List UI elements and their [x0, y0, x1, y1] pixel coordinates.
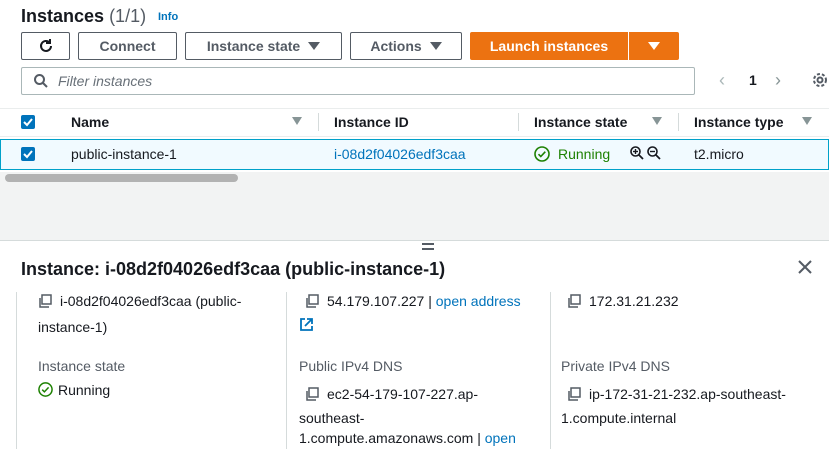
table-empty-area: [0, 184, 829, 241]
separator: |: [477, 430, 481, 446]
column-header-name[interactable]: Name: [71, 114, 109, 130]
refresh-icon: [39, 39, 52, 52]
private-ip-value: 172.31.21.232: [567, 289, 817, 315]
cell-instance-id-link[interactable]: i-08d2f04026edf3caa: [334, 146, 466, 162]
private-dns-value: ip-172-31-21-232.ap-southeast-: [567, 382, 817, 408]
instance-state-dropdown-label: Instance state: [206, 38, 301, 54]
copy-icon[interactable]: [305, 384, 319, 408]
instance-state-value: Running: [58, 382, 111, 398]
details-panel-title: Instance: i-08d2f04026edf3caa (public-in…: [21, 259, 446, 279]
column-divider: [518, 113, 519, 131]
column-divider: [550, 292, 551, 449]
caret-down-icon: [429, 42, 442, 50]
refresh-button[interactable]: [21, 32, 70, 60]
instance-id-line2: instance-1): [38, 319, 108, 335]
copy-icon[interactable]: [38, 291, 52, 315]
next-page-icon[interactable]: ›: [775, 70, 781, 91]
filter-box: [21, 67, 695, 95]
cell-instance-state: Running: [558, 146, 611, 162]
select-all-checkbox[interactable]: [21, 115, 35, 129]
public-dns-label: Public IPv4 DNS: [299, 358, 403, 374]
horizontal-scrollbar-thumb[interactable]: [5, 174, 238, 182]
public-ip-value: 54.179.107.227 | open address: [305, 289, 545, 315]
public-dns-line3: 1.compute.amazonaws.com: [299, 430, 474, 446]
zoom-out-icon[interactable]: [647, 146, 661, 163]
public-dns-line1: ec2-54-179-107-227.ap-: [327, 386, 478, 402]
column-header-instance-type[interactable]: Instance type: [694, 114, 783, 130]
caret-down-icon: [648, 42, 660, 50]
private-ip-text: 172.31.21.232: [589, 293, 679, 309]
caret-down-icon: [308, 42, 321, 50]
actions-dropdown[interactable]: Actions: [350, 32, 462, 60]
instance-state-label: Instance state: [38, 358, 126, 374]
page-number[interactable]: 1: [749, 72, 757, 88]
private-dns-label: Private IPv4 DNS: [561, 358, 670, 374]
instance-count: (1/1): [109, 6, 147, 26]
sort-icon[interactable]: [292, 117, 302, 125]
resize-handle[interactable]: [422, 243, 434, 253]
public-ip-text: 54.179.107.227: [327, 293, 425, 309]
actions-dropdown-label: Actions: [370, 38, 422, 54]
info-link[interactable]: Info: [158, 11, 178, 23]
public-dns-value: ec2-54-179-107-227.ap-: [305, 382, 545, 408]
instance-id-line1: i-08d2f04026edf3caa (public-: [60, 293, 242, 309]
running-status-icon: [38, 382, 53, 400]
launch-instances-button[interactable]: Launch instances: [470, 32, 628, 60]
copy-icon[interactable]: [305, 291, 319, 315]
page-title: Instances (1/1): [21, 6, 146, 27]
column-divider: [678, 113, 679, 131]
column-divider: [318, 113, 319, 131]
column-header-instance-id[interactable]: Instance ID: [334, 114, 409, 130]
search-icon: [34, 74, 48, 88]
column-divider: [286, 292, 287, 449]
column-header-instance-state[interactable]: Instance state: [534, 114, 627, 130]
public-dns-line3-row: 1.compute.amazonaws.com | open: [299, 426, 516, 449]
private-dns-line1: ip-172-31-21-232.ap-southeast-: [589, 386, 786, 402]
sort-icon[interactable]: [802, 117, 812, 125]
cell-name: public-instance-1: [71, 146, 177, 162]
previous-page-icon[interactable]: ‹: [719, 70, 725, 91]
row-checkbox[interactable]: [21, 147, 35, 161]
instance-state-dropdown[interactable]: Instance state: [185, 32, 342, 60]
private-dns-line2: 1.compute.internal: [561, 410, 677, 426]
external-link-icon[interactable]: [299, 317, 314, 335]
open-dns-link[interactable]: open: [485, 430, 516, 446]
close-icon[interactable]: [797, 259, 813, 278]
connect-button[interactable]: Connect: [78, 32, 177, 60]
gear-icon[interactable]: [811, 71, 829, 92]
sort-icon[interactable]: [652, 117, 662, 125]
copy-icon[interactable]: [567, 291, 581, 315]
running-status-icon: [534, 146, 550, 165]
open-address-link[interactable]: open address: [436, 293, 521, 309]
zoom-in-icon[interactable]: [630, 146, 644, 163]
separator: |: [428, 293, 432, 309]
column-divider: [16, 292, 17, 449]
filter-instances-input[interactable]: [58, 73, 658, 89]
page-title-text: Instances: [21, 6, 105, 26]
copy-icon[interactable]: [567, 384, 581, 408]
launch-instances-dropdown[interactable]: [629, 32, 679, 60]
instance-id-value: i-08d2f04026edf3caa (public- instance-1): [38, 289, 278, 339]
cell-instance-type: t2.micro: [694, 146, 744, 162]
